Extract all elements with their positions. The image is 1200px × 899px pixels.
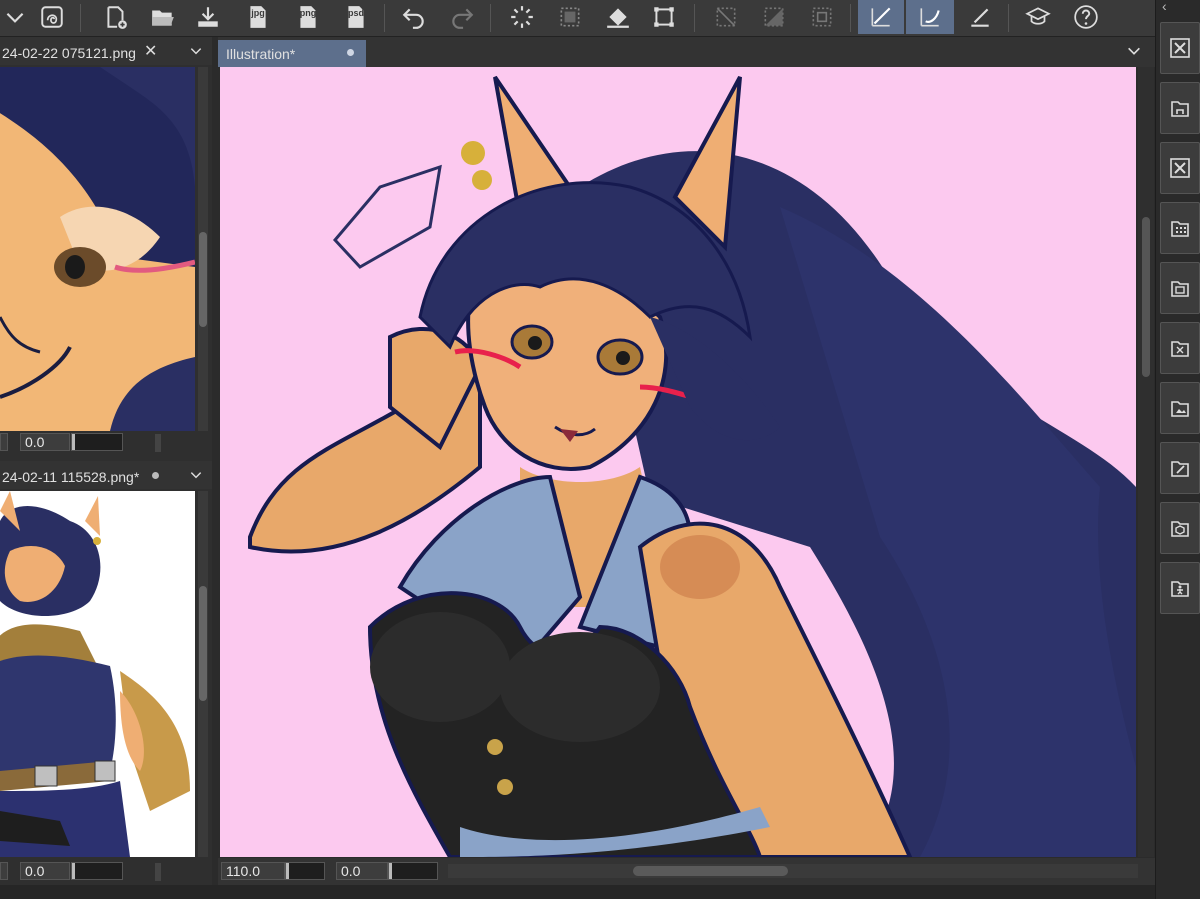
- transform-icon[interactable]: [646, 0, 682, 34]
- curve-pen-icon[interactable]: [906, 0, 954, 34]
- sub-view-1-rotation-slider[interactable]: [71, 433, 123, 451]
- save-icon[interactable]: [190, 0, 226, 34]
- transform-panel-icon[interactable]: [1160, 322, 1200, 374]
- export-psd-label: psd: [347, 8, 364, 18]
- zoom-slider[interactable]: [285, 862, 325, 880]
- main-tabbar: Illustration*: [218, 37, 1155, 67]
- sub-view-1-tab[interactable]: 24-02-22 075121.png: [0, 40, 166, 65]
- sub-view-1-hscroll[interactable]: [155, 434, 161, 452]
- sub-view-2-tab-title: 24-02-11 115528.png*: [2, 468, 140, 485]
- export-jpg-label: jpg: [251, 8, 265, 18]
- fill-bucket-icon[interactable]: [600, 0, 636, 34]
- export-png-label: png: [299, 8, 317, 18]
- chevron-down-icon[interactable]: [1121, 38, 1147, 64]
- sub-view-1-image: [0, 67, 195, 431]
- chevron-down-icon[interactable]: [183, 38, 209, 64]
- sub-view-panel-1: 24-02-22 075121.png ✕ 0.0: [0, 37, 212, 461]
- main-canvas-hscroll[interactable]: [448, 864, 1138, 878]
- sub-view-2-rotation-field[interactable]: 0.0: [20, 862, 70, 880]
- close-panel-icon[interactable]: [1160, 142, 1200, 194]
- illustration-artwork: [220, 67, 1136, 857]
- sub-view-2-image: [0, 491, 195, 857]
- main-canvas-tab[interactable]: Illustration*: [218, 40, 366, 67]
- sub-view-2-tab[interactable]: 24-02-11 115528.png*: [0, 464, 166, 489]
- sub-view-1-rotation-field[interactable]: 0.0: [20, 433, 70, 451]
- export-psd-icon[interactable]: psd: [338, 0, 374, 34]
- right-dock: ‹: [1155, 0, 1200, 899]
- zoom-value-field[interactable]: 110.0: [221, 862, 285, 880]
- home-panel-icon[interactable]: [1160, 82, 1200, 134]
- sub-view-1-scrollbar[interactable]: [198, 67, 208, 431]
- new-file-icon[interactable]: [98, 0, 134, 34]
- sub-view-2-tabbar: 24-02-11 115528.png*: [0, 461, 212, 489]
- main-toolbar: jpg png psd: [0, 0, 1155, 37]
- layout-panel-icon[interactable]: [1160, 262, 1200, 314]
- main-canvas[interactable]: [220, 67, 1136, 857]
- learning-icon[interactable]: [1020, 0, 1056, 34]
- rotation-value-field[interactable]: 0.0: [336, 862, 388, 880]
- sub-view-panel-2: 24-02-11 115528.png* 0.0: [0, 461, 212, 885]
- rotation-slider[interactable]: [388, 862, 438, 880]
- chevron-down-icon[interactable]: [0, 0, 30, 34]
- help-icon[interactable]: [1068, 0, 1104, 34]
- sub-view-1-tabbar: 24-02-22 075121.png ✕: [0, 37, 212, 65]
- redo-icon[interactable]: [444, 0, 480, 34]
- main-canvas-vscroll[interactable]: [1138, 67, 1154, 857]
- sub-view-2-scrollbar[interactable]: [198, 491, 208, 857]
- export-jpg-icon[interactable]: jpg: [240, 0, 276, 34]
- edit-panel-icon[interactable]: [1160, 442, 1200, 494]
- figure-panel-icon[interactable]: [1160, 562, 1200, 614]
- 3d-panel-icon[interactable]: [1160, 502, 1200, 554]
- open-folder-icon[interactable]: [145, 0, 181, 34]
- close-panel-icon[interactable]: [1160, 22, 1200, 74]
- grid-panel-icon[interactable]: [1160, 202, 1200, 254]
- selection-border-icon[interactable]: [804, 0, 840, 34]
- ruler-pen-icon[interactable]: [962, 0, 998, 34]
- sub-view-2-rotation-slider[interactable]: [71, 862, 123, 880]
- chevron-left-icon[interactable]: ‹: [1162, 0, 1167, 14]
- export-png-icon[interactable]: png: [290, 0, 326, 34]
- close-tab-icon[interactable]: ✕: [144, 41, 157, 61]
- sub-view-2-zoom-field[interactable]: [0, 862, 8, 880]
- sub-view-2-hscroll[interactable]: [155, 863, 161, 881]
- clear-selection-icon[interactable]: [708, 0, 744, 34]
- undo-icon[interactable]: [396, 0, 432, 34]
- sub-view-1-tab-title: 24-02-22 075121.png: [2, 44, 136, 61]
- layer-effect-icon[interactable]: [34, 0, 70, 34]
- unsaved-dot-icon: [152, 472, 159, 479]
- chevron-down-icon[interactable]: [183, 462, 209, 488]
- bottom-strip: [0, 885, 1155, 899]
- image-panel-icon[interactable]: [1160, 382, 1200, 434]
- loading-spinner-icon[interactable]: [504, 0, 540, 34]
- invert-selection-icon[interactable]: [756, 0, 792, 34]
- line-pen-icon[interactable]: [858, 0, 904, 34]
- sub-view-1-zoom-field[interactable]: [0, 433, 8, 451]
- select-all-icon[interactable]: [552, 0, 588, 34]
- main-status-bar: 110.0 0.0: [218, 858, 1155, 885]
- unsaved-dot-icon: [347, 49, 354, 56]
- main-canvas-tab-title: Illustration*: [226, 45, 296, 62]
